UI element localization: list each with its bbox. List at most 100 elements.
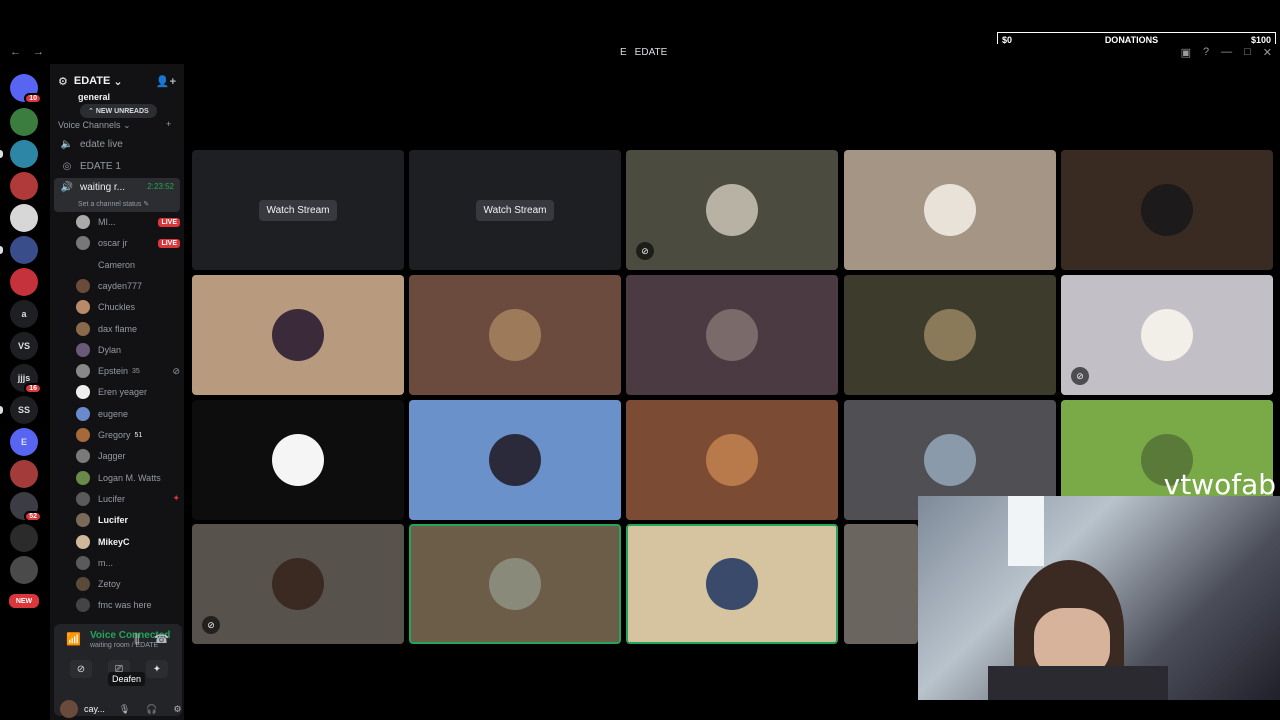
guild-header[interactable]: ⚙ EDATE ⌄ 👤+ bbox=[50, 70, 184, 92]
voice-member[interactable]: MikeyC bbox=[76, 532, 180, 552]
stream-tile[interactable]: Watch Stream bbox=[409, 150, 621, 270]
participant-tile[interactable] bbox=[409, 400, 621, 520]
voice-member[interactable]: oscar jr LIVE bbox=[76, 233, 180, 253]
server-srv-16[interactable] bbox=[10, 556, 38, 584]
voice-member[interactable]: cayden777 bbox=[76, 276, 180, 296]
voice-category[interactable]: Voice Channels ⌄ + bbox=[58, 119, 171, 131]
back-arrow-icon[interactable]: ← bbox=[10, 46, 21, 58]
gear-icon[interactable]: ⚙ bbox=[174, 704, 182, 715]
server-srv-a[interactable]: a bbox=[10, 300, 38, 328]
server-srv-vs[interactable]: VS bbox=[10, 332, 38, 360]
channel-general[interactable]: general bbox=[78, 92, 110, 102]
voice-member[interactable]: Gregory 51 bbox=[76, 425, 180, 445]
forward-arrow-icon[interactable]: → bbox=[33, 46, 44, 58]
mic-icon[interactable]: 🎙 bbox=[119, 704, 130, 715]
server-srv-2[interactable] bbox=[10, 108, 38, 136]
invite-icon[interactable]: 👤+ bbox=[156, 75, 176, 88]
voice-member[interactable]: fmc was here bbox=[76, 595, 180, 615]
voice-member[interactable]: Lucifer ✦ bbox=[76, 489, 180, 509]
participant-tile[interactable] bbox=[192, 275, 404, 395]
channel-status[interactable]: Set a channel status ✎ bbox=[78, 200, 149, 208]
participant-tile[interactable] bbox=[1061, 150, 1273, 270]
server-srv-13[interactable] bbox=[10, 460, 38, 488]
participant-tile[interactable] bbox=[192, 400, 404, 520]
voice-member[interactable]: Logan M. Watts bbox=[76, 468, 180, 488]
participant-avatar bbox=[924, 184, 976, 236]
voice-member[interactable]: Dylan bbox=[76, 340, 180, 360]
close-icon[interactable]: ✕ bbox=[1263, 46, 1272, 59]
unread-pill bbox=[0, 406, 3, 414]
participant-tile[interactable]: ⊘ bbox=[1061, 275, 1273, 395]
voice-member[interactable]: Chuckles bbox=[76, 297, 180, 317]
server-srv-5[interactable] bbox=[10, 204, 38, 232]
user-panel[interactable]: cay... 🎙 🎧 ⚙ bbox=[60, 700, 182, 718]
headphones-icon[interactable]: 🎧 bbox=[146, 704, 157, 715]
stream-tile[interactable]: Watch Stream bbox=[192, 150, 404, 270]
participant-avatar bbox=[489, 558, 541, 610]
server-srv-6[interactable] bbox=[10, 236, 38, 264]
member-name: Epstein bbox=[98, 366, 129, 377]
disconnect-icon[interactable]: ☎ bbox=[154, 632, 169, 646]
participant-tile[interactable] bbox=[844, 275, 1056, 395]
voice-member[interactable]: Lucifer bbox=[76, 510, 180, 530]
maximize-icon[interactable]: □ bbox=[1244, 46, 1251, 59]
avatar[interactable] bbox=[60, 700, 78, 718]
server-srv-14[interactable]: 52 bbox=[10, 492, 42, 522]
channel-edate-live[interactable]: 🔈 edate live bbox=[54, 134, 180, 154]
member-name: cayden777 bbox=[98, 280, 143, 291]
participant-tile[interactable]: ⊘ bbox=[626, 150, 838, 270]
server-srv-e[interactable]: E bbox=[10, 428, 38, 456]
server-srv-new[interactable]: NEW bbox=[9, 594, 39, 608]
noise-suppression-icon[interactable]: ⫼ bbox=[134, 632, 140, 647]
voice-channel-path[interactable]: waiting room / EDATE bbox=[90, 642, 158, 649]
voice-member[interactable]: Zetoy bbox=[76, 574, 180, 594]
help-icon[interactable]: ? bbox=[1203, 46, 1209, 59]
server-srv-7[interactable] bbox=[10, 268, 38, 296]
voice-member[interactable]: Cameron bbox=[76, 255, 180, 275]
window-title: EDATE bbox=[634, 47, 668, 58]
server-home[interactable]: 10 bbox=[10, 74, 42, 104]
stage-icon: ◎ bbox=[62, 160, 72, 172]
voice-member[interactable]: Eren yeager bbox=[76, 382, 180, 402]
participant-tile[interactable]: ⊘ bbox=[192, 524, 404, 644]
mic-off-icon: ⊘ bbox=[172, 365, 180, 376]
avatar bbox=[76, 428, 90, 442]
server-srv-4[interactable] bbox=[10, 172, 38, 200]
member-name: Zetoy bbox=[98, 579, 121, 590]
server-srv-15[interactable] bbox=[10, 524, 38, 552]
pencil-icon: ✎ bbox=[143, 201, 150, 208]
chevron-up-icon: ⌃ bbox=[88, 108, 96, 115]
voice-member[interactable]: eugene bbox=[76, 404, 180, 424]
participant-tile[interactable] bbox=[409, 275, 621, 395]
avatar bbox=[76, 342, 90, 357]
server-label: VS bbox=[17, 341, 30, 351]
participant-tile[interactable] bbox=[626, 400, 838, 520]
voice-member[interactable]: MI... LIVE bbox=[76, 212, 180, 232]
avatar bbox=[76, 321, 90, 336]
participant-tile[interactable] bbox=[844, 524, 918, 644]
activities-icon[interactable]: ✦ bbox=[146, 660, 168, 678]
voice-member[interactable]: Epstein 35 ⊘ bbox=[76, 361, 180, 381]
channel-name: EDATE 1 bbox=[80, 160, 121, 172]
voice-member[interactable]: Jagger bbox=[76, 446, 180, 466]
avatar bbox=[76, 215, 90, 229]
participant-tile[interactable] bbox=[844, 150, 1056, 270]
server-srv-ss[interactable]: SS bbox=[10, 396, 38, 424]
camera-off-icon[interactable]: ⊘ bbox=[70, 660, 92, 678]
avatar bbox=[76, 555, 90, 570]
watch-stream-button[interactable]: Watch Stream bbox=[475, 199, 555, 221]
add-channel-icon[interactable]: + bbox=[166, 119, 171, 129]
server-srv-jjs[interactable]: jjjs 16 bbox=[10, 364, 42, 394]
participant-tile[interactable] bbox=[626, 275, 838, 395]
server-srv-3[interactable] bbox=[10, 140, 38, 168]
participant-tile[interactable] bbox=[409, 524, 621, 644]
inbox-icon[interactable]: ▣ bbox=[1181, 46, 1191, 59]
new-unreads-pill[interactable]: ⌃ NEW UNREADS bbox=[80, 104, 157, 118]
channel-edate-1[interactable]: ◎ EDATE 1 bbox=[54, 156, 180, 176]
participant-tile[interactable] bbox=[626, 524, 838, 644]
voice-member[interactable]: dax flame bbox=[76, 319, 180, 339]
voice-member[interactable]: m... bbox=[76, 553, 180, 573]
member-name: dax flame bbox=[98, 323, 138, 334]
watch-stream-button[interactable]: Watch Stream bbox=[258, 199, 338, 221]
minimize-icon[interactable]: — bbox=[1221, 46, 1232, 59]
